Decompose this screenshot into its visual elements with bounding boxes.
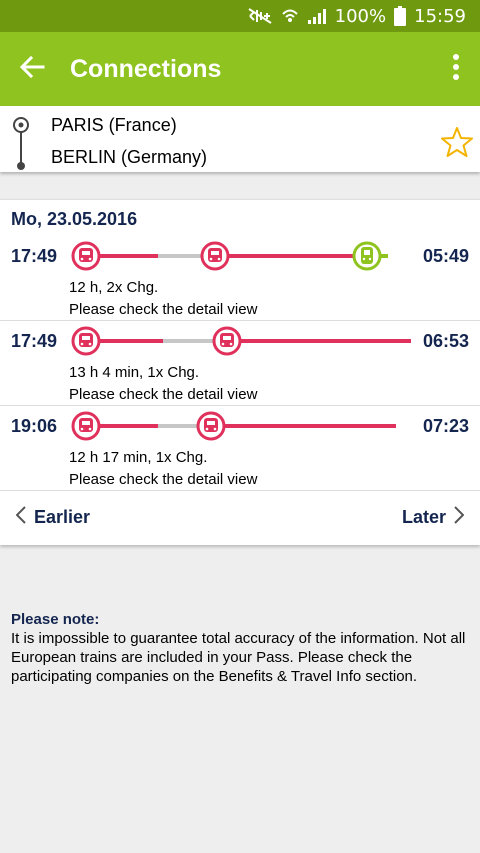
app-bar: Connections xyxy=(0,32,480,106)
earlier-button[interactable]: Earlier xyxy=(0,490,106,545)
mute-icon xyxy=(247,7,273,25)
signal-icon xyxy=(307,7,327,25)
battery-level: 100% xyxy=(334,5,387,27)
connections-list: Mo, 23.05.2016 17:49 05:49 12 h, 2x Chg.… xyxy=(0,199,480,545)
arrival-time: 07:23 xyxy=(422,416,469,436)
route-destination: BERLIN (Germany) xyxy=(51,147,208,167)
more-vert-icon xyxy=(452,53,460,85)
page-title: Connections xyxy=(70,54,222,83)
later-label: Later xyxy=(401,507,446,527)
route-origin: PARIS (France) xyxy=(51,115,177,135)
star-outline-icon[interactable] xyxy=(441,126,473,163)
duration-changes: 12 h, 2x Chg. xyxy=(69,279,159,296)
train-icon xyxy=(212,326,242,356)
train-icon xyxy=(196,411,226,441)
route-timeline xyxy=(71,411,396,441)
detail-hint: Please check the detail view xyxy=(69,386,258,403)
location-pin-icon xyxy=(10,116,32,177)
connection-row[interactable]: 17:49 05:49 12 h, 2x Chg. Please check t… xyxy=(0,235,480,321)
travel-date: Mo, 23.05.2016 xyxy=(11,209,138,229)
more-options-button[interactable] xyxy=(432,32,480,106)
back-arrow-icon xyxy=(19,55,45,84)
duration-changes: 12 h 17 min, 1x Chg. xyxy=(69,449,208,466)
train-icon xyxy=(352,241,382,271)
train-icon xyxy=(71,241,101,271)
earlier-label: Earlier xyxy=(34,507,91,527)
connection-row[interactable]: 17:49 06:53 13 h 4 min, 1x Chg. Please c… xyxy=(0,320,480,406)
arrival-time: 05:49 xyxy=(422,246,469,266)
train-icon xyxy=(71,411,101,441)
train-icon xyxy=(71,326,101,356)
route-timeline xyxy=(71,241,388,271)
route-header: PARIS (France) BERLIN (Germany) xyxy=(0,106,480,172)
clock: 15:59 xyxy=(414,5,466,27)
chevron-left-icon xyxy=(15,506,26,529)
duration-changes: 13 h 4 min, 1x Chg. xyxy=(69,364,200,381)
detail-hint: Please check the detail view xyxy=(69,301,258,318)
wifi-icon xyxy=(281,7,299,25)
arrival-time: 06:53 xyxy=(422,331,469,351)
status-bar: 100% 15:59 xyxy=(0,0,480,32)
route-timeline xyxy=(71,326,411,356)
chevron-right-icon xyxy=(454,506,465,529)
disclaimer-note: Please note: It is impossible to guarant… xyxy=(11,610,471,686)
note-text: It is impossible to guarantee total accu… xyxy=(11,630,466,685)
battery-icon xyxy=(394,6,407,26)
detail-hint: Please check the detail view xyxy=(69,471,258,488)
later-button[interactable]: Later xyxy=(386,490,480,545)
train-icon xyxy=(200,241,230,271)
note-title: Please note: xyxy=(11,611,100,628)
connection-row[interactable]: 19:06 07:23 12 h 17 min, 1x Chg. Please … xyxy=(0,405,480,491)
pager: Earlier Later xyxy=(0,490,480,545)
back-button[interactable] xyxy=(0,32,64,106)
